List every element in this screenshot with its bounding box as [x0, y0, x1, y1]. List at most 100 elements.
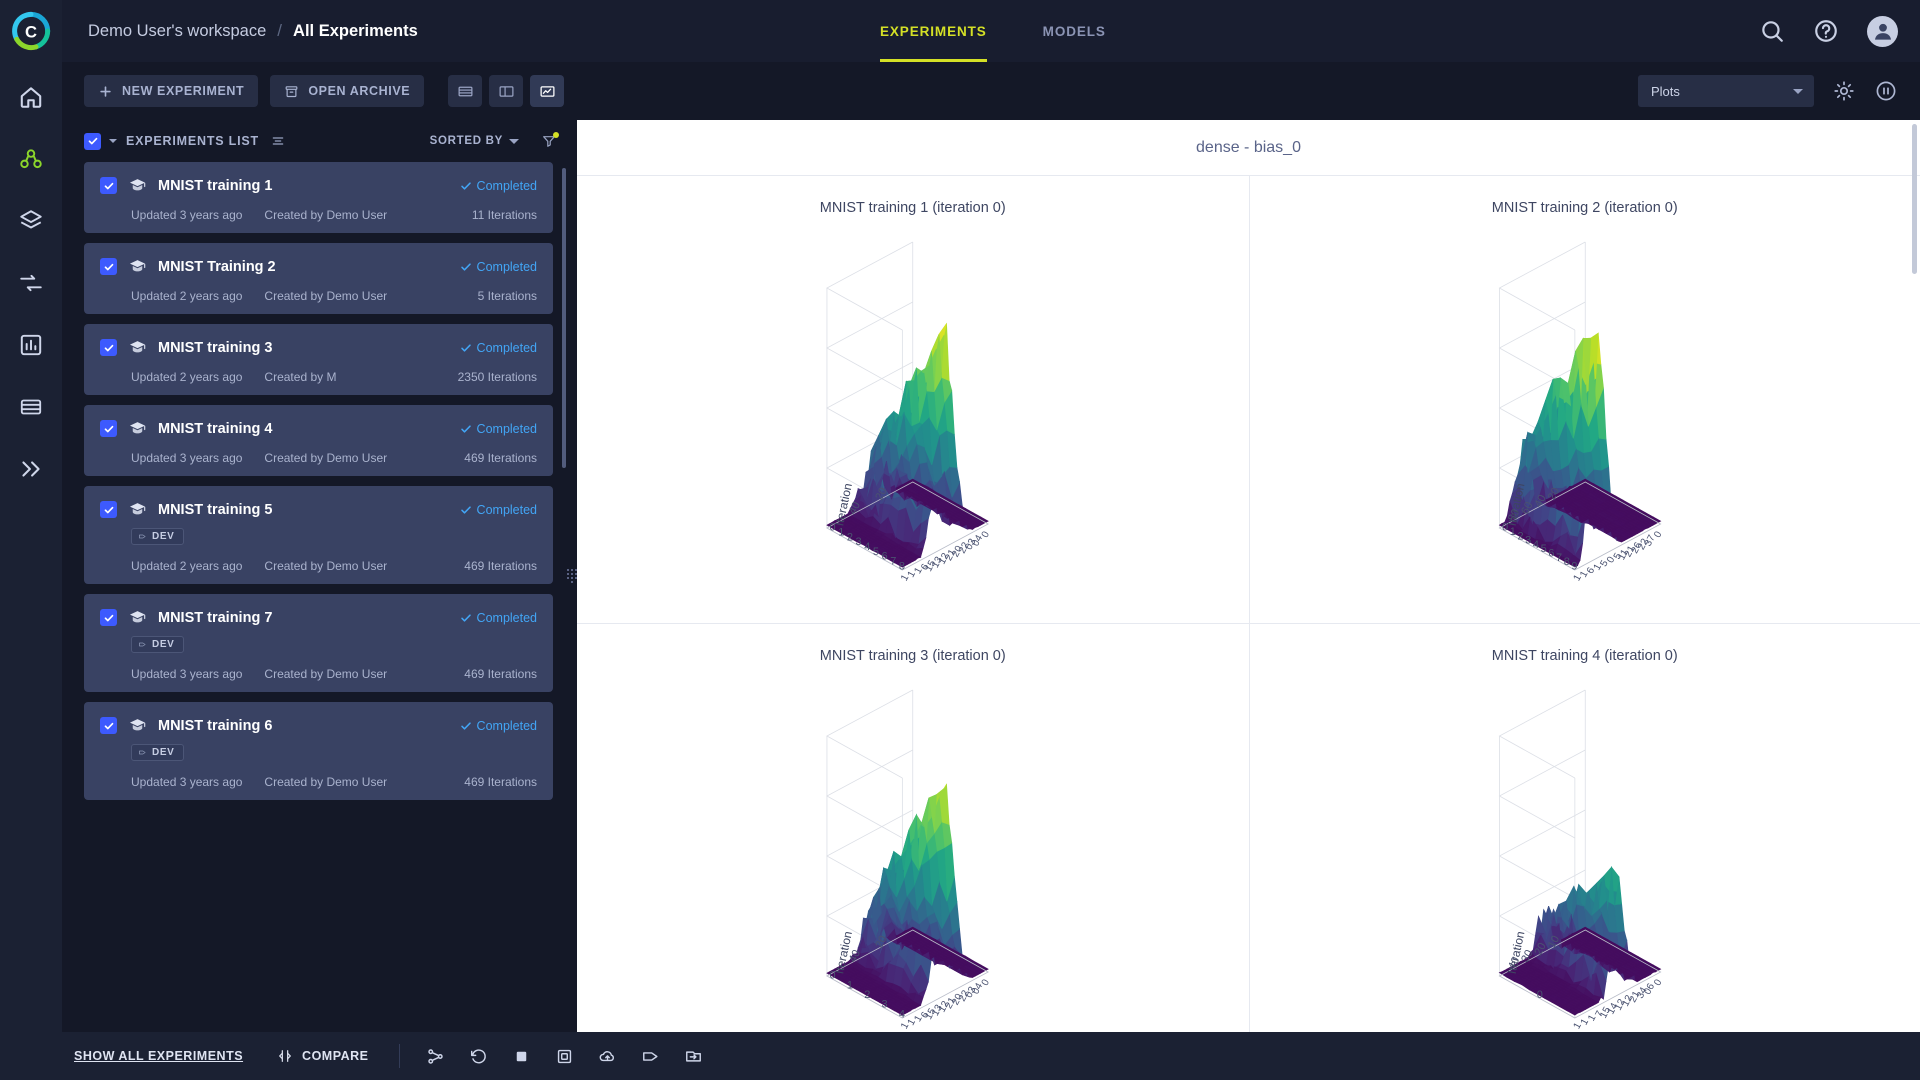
toolbar: NEW EXPERIMENT OPEN ARCHIVE [62, 62, 1920, 120]
publish-icon[interactable] [555, 1047, 574, 1066]
pipelines-icon [18, 270, 44, 296]
search-icon[interactable] [1759, 18, 1785, 44]
chart-view-icon [539, 83, 556, 100]
open-archive-button[interactable]: OPEN ARCHIVE [270, 75, 424, 107]
status-badge: Completed [460, 341, 537, 355]
experiment-checkbox[interactable] [100, 420, 117, 437]
applications-icon [18, 456, 44, 482]
select-all-checkbox[interactable] [84, 133, 101, 150]
plots-select[interactable]: Plots [1638, 75, 1814, 107]
reports-icon [18, 332, 44, 358]
graduation-cap-icon [128, 176, 147, 195]
dev-badge: DEV [131, 636, 184, 653]
experiment-updated: Updated 3 years ago [131, 208, 242, 222]
svg-text:2: 2 [864, 989, 870, 1001]
experiment-checkbox[interactable] [100, 339, 117, 356]
tag-icon[interactable] [641, 1047, 660, 1066]
tag-small-icon [138, 640, 147, 649]
avatar[interactable] [1867, 16, 1898, 47]
svg-text:6: 6 [1548, 547, 1554, 559]
app-root: C Demo User's workspace / All Experiment… [0, 0, 1920, 1080]
sidebar-item-datasets[interactable] [14, 204, 48, 238]
archive-icon[interactable] [598, 1047, 617, 1066]
breadcrumb-workspace[interactable]: Demo User's workspace [88, 22, 266, 41]
experiment-checkbox[interactable] [100, 717, 117, 734]
experiment-card-header: MNIST Training 2 Completed [100, 257, 537, 276]
dev-badge-label: DEV [152, 747, 174, 758]
sorted-by-control[interactable]: SORTED BY [430, 135, 519, 147]
svg-text:0: 0 [1536, 989, 1542, 1001]
experiment-card-header: MNIST training 7 Completed [100, 608, 537, 627]
plot-cell[interactable]: MNIST training 4 (iteration 0)1020304000… [1249, 623, 1920, 1032]
new-experiment-button[interactable]: NEW EXPERIMENT [84, 75, 258, 107]
sidebar-item-applications[interactable] [14, 452, 48, 486]
experiment-card[interactable]: MNIST training 5 Completed DEV Updated 2… [84, 486, 553, 584]
move-to-icon[interactable] [684, 1047, 703, 1066]
tab-experiments[interactable]: EXPERIMENTS [880, 0, 987, 62]
datasets-icon [18, 208, 44, 234]
left-nav-rail [0, 62, 62, 1032]
status-badge: Completed [460, 179, 537, 193]
graduation-cap-icon [128, 257, 147, 276]
sidebar-item-reports[interactable] [14, 328, 48, 362]
experiment-card[interactable]: MNIST Training 2 Completed Updated 2 yea… [84, 243, 553, 314]
experiment-checkbox[interactable] [100, 609, 117, 626]
experiment-card[interactable]: MNIST training 4 Completed Updated 3 yea… [84, 405, 553, 476]
open-archive-label: OPEN ARCHIVE [308, 84, 410, 98]
clearml-logo[interactable]: C [0, 0, 62, 62]
experiment-card-header: MNIST training 5 Completed [100, 500, 537, 519]
gear-icon[interactable] [1832, 79, 1856, 103]
experiment-iterations: 2350 Iterations [458, 370, 537, 384]
sidebar-item-home[interactable] [14, 80, 48, 114]
enqueue-icon[interactable] [426, 1047, 445, 1066]
abort-icon[interactable] [512, 1047, 531, 1066]
sidebar-item-projects[interactable] [14, 142, 48, 176]
split-view-button[interactable] [489, 75, 523, 107]
plot-cell[interactable]: MNIST training 1 (iteration 0)2040012345… [577, 175, 1249, 623]
experiment-cards[interactable]: MNIST training 1 Completed Updated 3 yea… [62, 162, 577, 1032]
table-view-button[interactable] [448, 75, 482, 107]
experiment-card[interactable]: MNIST training 6 Completed DEV Updated 3… [84, 702, 553, 800]
status-label: Completed [477, 260, 537, 274]
help-circle-icon[interactable] [1813, 18, 1839, 44]
experiment-name: MNIST training 7 [158, 610, 272, 626]
surface-plot-svg: 1020304000063421121214157111Iteration [1250, 658, 1920, 1032]
experiment-checkbox[interactable] [100, 258, 117, 275]
plot-cell[interactable]: MNIST training 3 (iteration 0)2040012340… [577, 623, 1249, 1032]
tab-models[interactable]: MODELS [1043, 0, 1106, 62]
experiment-meta: Updated 3 years ago Created by Demo User… [100, 775, 537, 789]
sidebar-item-pipelines[interactable] [14, 266, 48, 300]
experiment-card[interactable]: MNIST training 3 Completed Updated 2 yea… [84, 324, 553, 395]
surface-plot-svg: 2040012345678004032220211213156111Iterat… [577, 210, 1249, 610]
compare-button[interactable]: COMPARE [277, 1048, 368, 1064]
experiment-name: MNIST training 4 [158, 421, 272, 437]
show-all-experiments-link[interactable]: SHOW ALL EXPERIMENTS [74, 1049, 243, 1063]
experiment-checkbox[interactable] [100, 177, 117, 194]
experiment-iterations: 469 Iterations [464, 775, 537, 789]
experiment-card[interactable]: MNIST training 1 Completed Updated 3 yea… [84, 162, 553, 233]
auto-refresh-icon[interactable] [1874, 79, 1898, 103]
chart-view-button[interactable] [530, 75, 564, 107]
experiment-checkbox[interactable] [100, 501, 117, 518]
list-scrollbar-thumb[interactable] [562, 168, 566, 468]
panel-resize-handle[interactable] [567, 563, 577, 589]
experiment-card[interactable]: MNIST training 7 Completed DEV Updated 3… [84, 594, 553, 692]
column-settings-icon[interactable] [270, 133, 286, 149]
graduation-cap-icon [128, 608, 147, 627]
status-label: Completed [477, 503, 537, 517]
status-label: Completed [477, 719, 537, 733]
chevron-down-icon[interactable] [109, 139, 117, 143]
sidebar-item-workers[interactable] [14, 390, 48, 424]
nav-tabs: EXPERIMENTS MODELS [880, 0, 1106, 62]
sorted-by-label: SORTED BY [430, 135, 503, 147]
graduation-cap-icon [128, 500, 147, 519]
breadcrumb: Demo User's workspace / All Experiments [88, 21, 418, 41]
experiment-name: MNIST training 3 [158, 340, 272, 356]
svg-text:7: 7 [1555, 552, 1561, 564]
reset-icon[interactable] [469, 1047, 488, 1066]
plot-cell[interactable]: MNIST training 2 (iteration 0)2040608001… [1249, 175, 1920, 623]
filter-button[interactable] [541, 133, 557, 149]
experiment-meta: Updated 3 years ago Created by Demo User… [100, 451, 537, 465]
status-label: Completed [477, 341, 537, 355]
plots-scrollbar-thumb[interactable] [1912, 124, 1917, 274]
